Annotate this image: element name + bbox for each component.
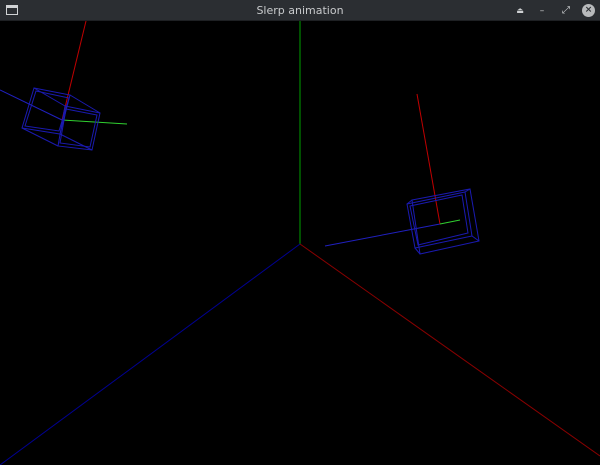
window-title: Slerp animation bbox=[256, 4, 344, 17]
cube-end-axis-x bbox=[416, 93, 441, 225]
minimize-icon[interactable]: – bbox=[535, 4, 549, 18]
cube-start-axis-y bbox=[61, 119, 128, 125]
app-window: Slerp animation ⏏ – ⤢ × bbox=[0, 0, 600, 465]
cube-end-wireframe bbox=[406, 188, 480, 255]
close-icon[interactable]: × bbox=[582, 4, 595, 17]
world-axis-x bbox=[299, 243, 600, 457]
maximize-icon[interactable]: ⤢ bbox=[559, 4, 573, 18]
gl-viewport[interactable] bbox=[0, 21, 600, 465]
cube-start-axis-x bbox=[61, 21, 87, 121]
cube-end-axis-z bbox=[324, 223, 441, 247]
title-bar[interactable]: Slerp animation ⏏ – ⤢ × bbox=[0, 0, 600, 21]
cube-start bbox=[0, 21, 128, 151]
keep-above-icon[interactable]: ⏏ bbox=[513, 4, 527, 18]
scene-canvas bbox=[0, 21, 600, 465]
cube-end-axis-y bbox=[439, 219, 461, 225]
world-axis-z bbox=[0, 243, 301, 465]
cube-end bbox=[324, 93, 480, 255]
